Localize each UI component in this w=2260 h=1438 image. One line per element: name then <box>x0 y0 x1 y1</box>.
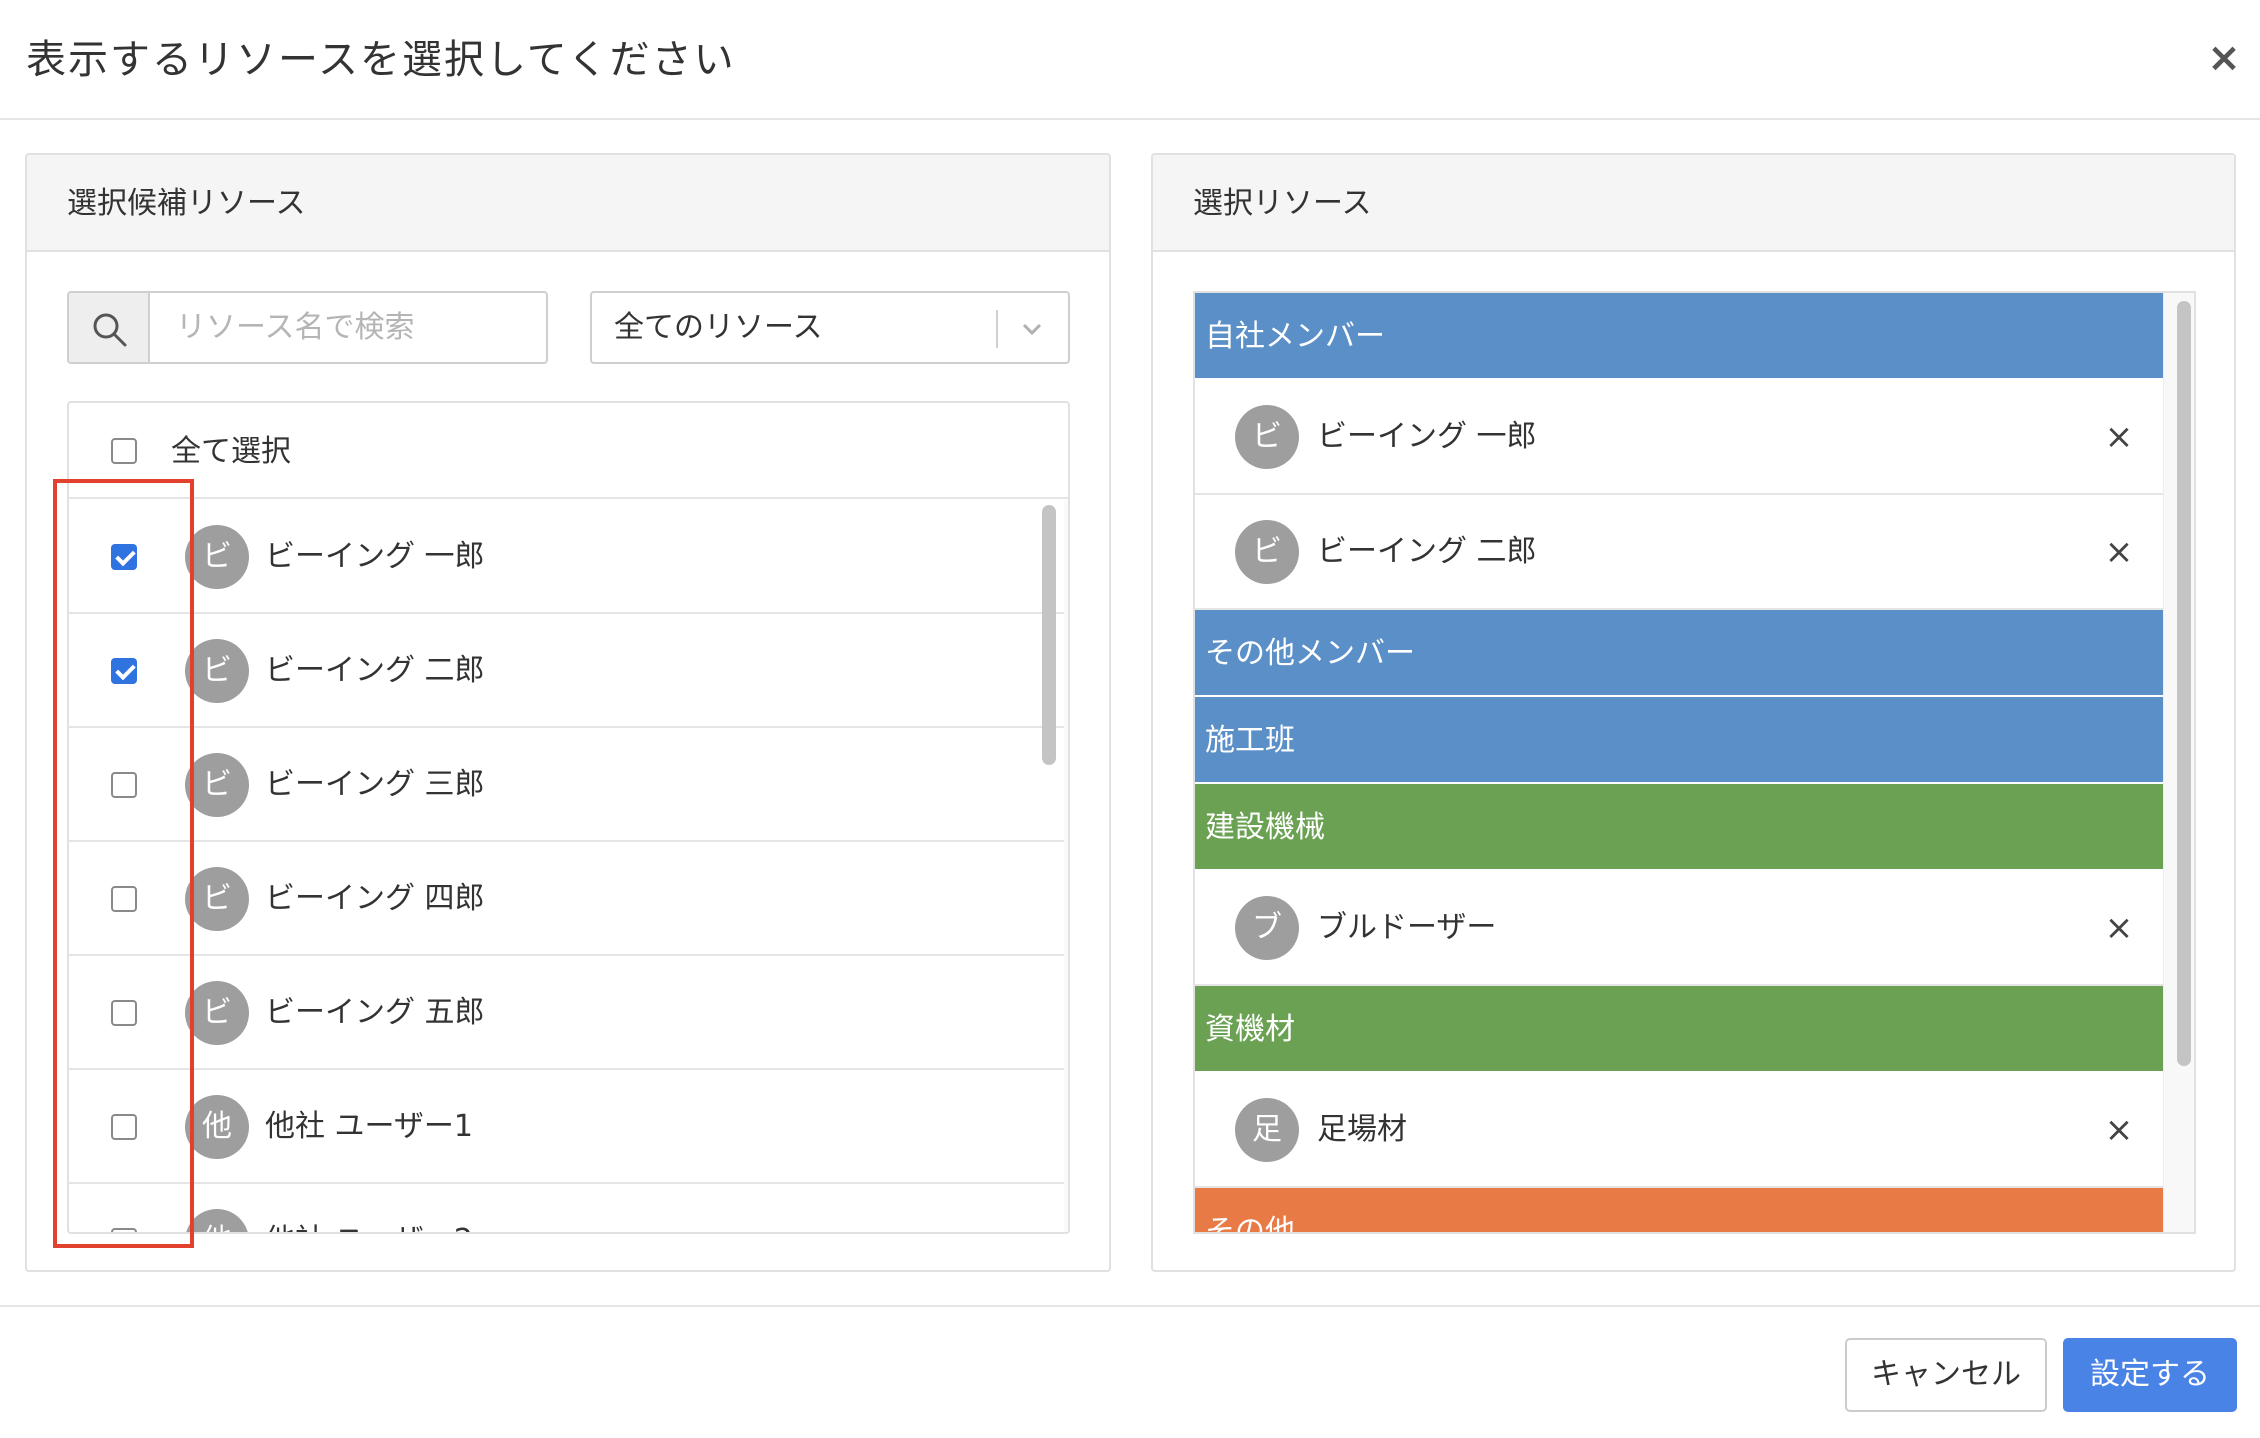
select-all-label: 全て選択 <box>171 434 291 469</box>
list-item[interactable]: 他 他社 ユーザー1 <box>69 1070 1064 1184</box>
list-item[interactable]: ビ ビーイング 三郎 <box>69 728 1064 842</box>
chevron-down-icon <box>1022 323 1042 336</box>
item-label: ビーイング 二郎 <box>265 653 485 688</box>
selected-item-label: ブルドーザー <box>1317 910 1497 945</box>
dialog-title: 表示するリソースを選択してください <box>26 37 736 83</box>
list-item[interactable]: ビ ビーイング 四郎 <box>69 842 1064 956</box>
selected-item: ビ ビーイング 一郎 × <box>1195 380 2163 495</box>
item-checkbox[interactable] <box>111 1228 137 1232</box>
list-item[interactable]: ビ ビーイング 五郎 <box>69 956 1064 1070</box>
selected-panel-header: 選択リソース <box>1153 155 2234 252</box>
apply-button[interactable]: 設定する <box>2063 1338 2237 1412</box>
avatar: ビ <box>185 981 249 1045</box>
avatar: ビ <box>185 753 249 817</box>
group-header-own-members: 自社メンバー <box>1195 293 2163 380</box>
select-all-row[interactable]: 全て選択 <box>69 403 1068 499</box>
candidate-scrollbar-thumb[interactable] <box>1042 505 1056 765</box>
candidate-rows: ビ ビーイング 一郎 ビ ビーイング 二郎 ビ ビーイング 三郎 ビ ビーイング… <box>69 500 1064 1232</box>
avatar: 他 <box>185 1209 249 1232</box>
list-item[interactable]: ビ ビーイング 一郎 <box>69 500 1064 614</box>
candidate-resources-panel: 選択候補リソース 全てのリソース 全て選択 <box>25 153 1111 1272</box>
selected-item: ブ ブルドーザー × <box>1195 871 2163 986</box>
selected-list-content: 自社メンバー ビ ビーイング 一郎 × ビ ビーイング 二郎 × その他メンバー… <box>1195 293 2163 1232</box>
search-icon <box>69 293 150 362</box>
remove-icon[interactable]: × <box>2095 903 2143 953</box>
list-item[interactable]: ビ ビーイング 二郎 <box>69 614 1064 728</box>
avatar: 足 <box>1235 1098 1299 1162</box>
search-box <box>67 291 548 364</box>
resource-filter-select[interactable]: 全てのリソース <box>590 291 1070 364</box>
item-label: ビーイング 三郎 <box>265 767 485 802</box>
selected-item: 足 足場材 × <box>1195 1073 2163 1188</box>
resource-select-dialog: 表示するリソースを選択してください × 選択候補リソース 全てのリソース <box>0 0 2260 1438</box>
remove-icon[interactable]: × <box>2095 527 2143 577</box>
cancel-button[interactable]: キャンセル <box>1845 1338 2047 1412</box>
selected-resources-panel: 選択リソース 自社メンバー ビ ビーイング 一郎 × ビ ビーイング 二郎 × … <box>1151 153 2236 1272</box>
close-icon[interactable]: × <box>2196 30 2252 86</box>
item-checkbox[interactable] <box>111 544 137 570</box>
item-label: ビーイング 四郎 <box>265 881 485 916</box>
dialog-header: 表示するリソースを選択してください × <box>0 0 2260 120</box>
item-label: ビーイング 一郎 <box>265 539 485 574</box>
selected-item: ビ ビーイング 二郎 × <box>1195 495 2163 610</box>
footer-divider <box>0 1305 2260 1307</box>
avatar: ビ <box>185 867 249 931</box>
avatar: ビ <box>1235 520 1299 584</box>
group-header-construction-team: 施工班 <box>1195 697 2163 784</box>
selected-scrollbar-thumb[interactable] <box>2177 301 2191 1066</box>
item-checkbox[interactable] <box>111 772 137 798</box>
avatar: ビ <box>185 639 249 703</box>
selected-item-label: 足場材 <box>1317 1112 1407 1147</box>
select-separator <box>996 310 998 348</box>
candidate-panel-title: 選択候補リソース <box>67 186 306 221</box>
avatar: ビ <box>1235 405 1299 469</box>
item-label: ビーイング 五郎 <box>265 995 485 1030</box>
avatar: ビ <box>185 525 249 589</box>
candidate-panel-header: 選択候補リソース <box>27 155 1109 252</box>
item-label: 他社 ユーザー1 <box>265 1109 474 1144</box>
group-header-other: その他 <box>1195 1188 2163 1232</box>
candidate-list: 全て選択 ビ ビーイング 一郎 ビ ビーイング 二郎 ビ ビーイング 三郎 ビ … <box>67 401 1070 1234</box>
group-header-materials: 資機材 <box>1195 986 2163 1073</box>
selected-item-label: ビーイング 二郎 <box>1317 534 1537 569</box>
item-label: 他社 ユーザー2 <box>265 1216 473 1232</box>
remove-icon[interactable]: × <box>2095 412 2143 462</box>
resource-search-input[interactable] <box>150 293 546 362</box>
remove-icon[interactable]: × <box>2095 1105 2143 1155</box>
item-checkbox[interactable] <box>111 886 137 912</box>
item-checkbox[interactable] <box>111 1114 137 1140</box>
resource-filter-value: 全てのリソース <box>614 310 823 345</box>
candidate-scrollbar-track[interactable] <box>1064 500 1068 1232</box>
item-checkbox[interactable] <box>111 658 137 684</box>
avatar: ブ <box>1235 896 1299 960</box>
item-checkbox[interactable] <box>111 1000 137 1026</box>
list-item[interactable]: 他 他社 ユーザー2 <box>69 1184 1064 1232</box>
group-header-construction-machinery: 建設機械 <box>1195 784 2163 871</box>
avatar: 他 <box>185 1095 249 1159</box>
selected-panel-title: 選択リソース <box>1193 186 1372 221</box>
selected-list: 自社メンバー ビ ビーイング 一郎 × ビ ビーイング 二郎 × その他メンバー… <box>1193 291 2196 1234</box>
group-header-other-members: その他メンバー <box>1195 610 2163 697</box>
selected-item-label: ビーイング 一郎 <box>1317 419 1537 454</box>
select-all-checkbox[interactable] <box>111 438 137 464</box>
